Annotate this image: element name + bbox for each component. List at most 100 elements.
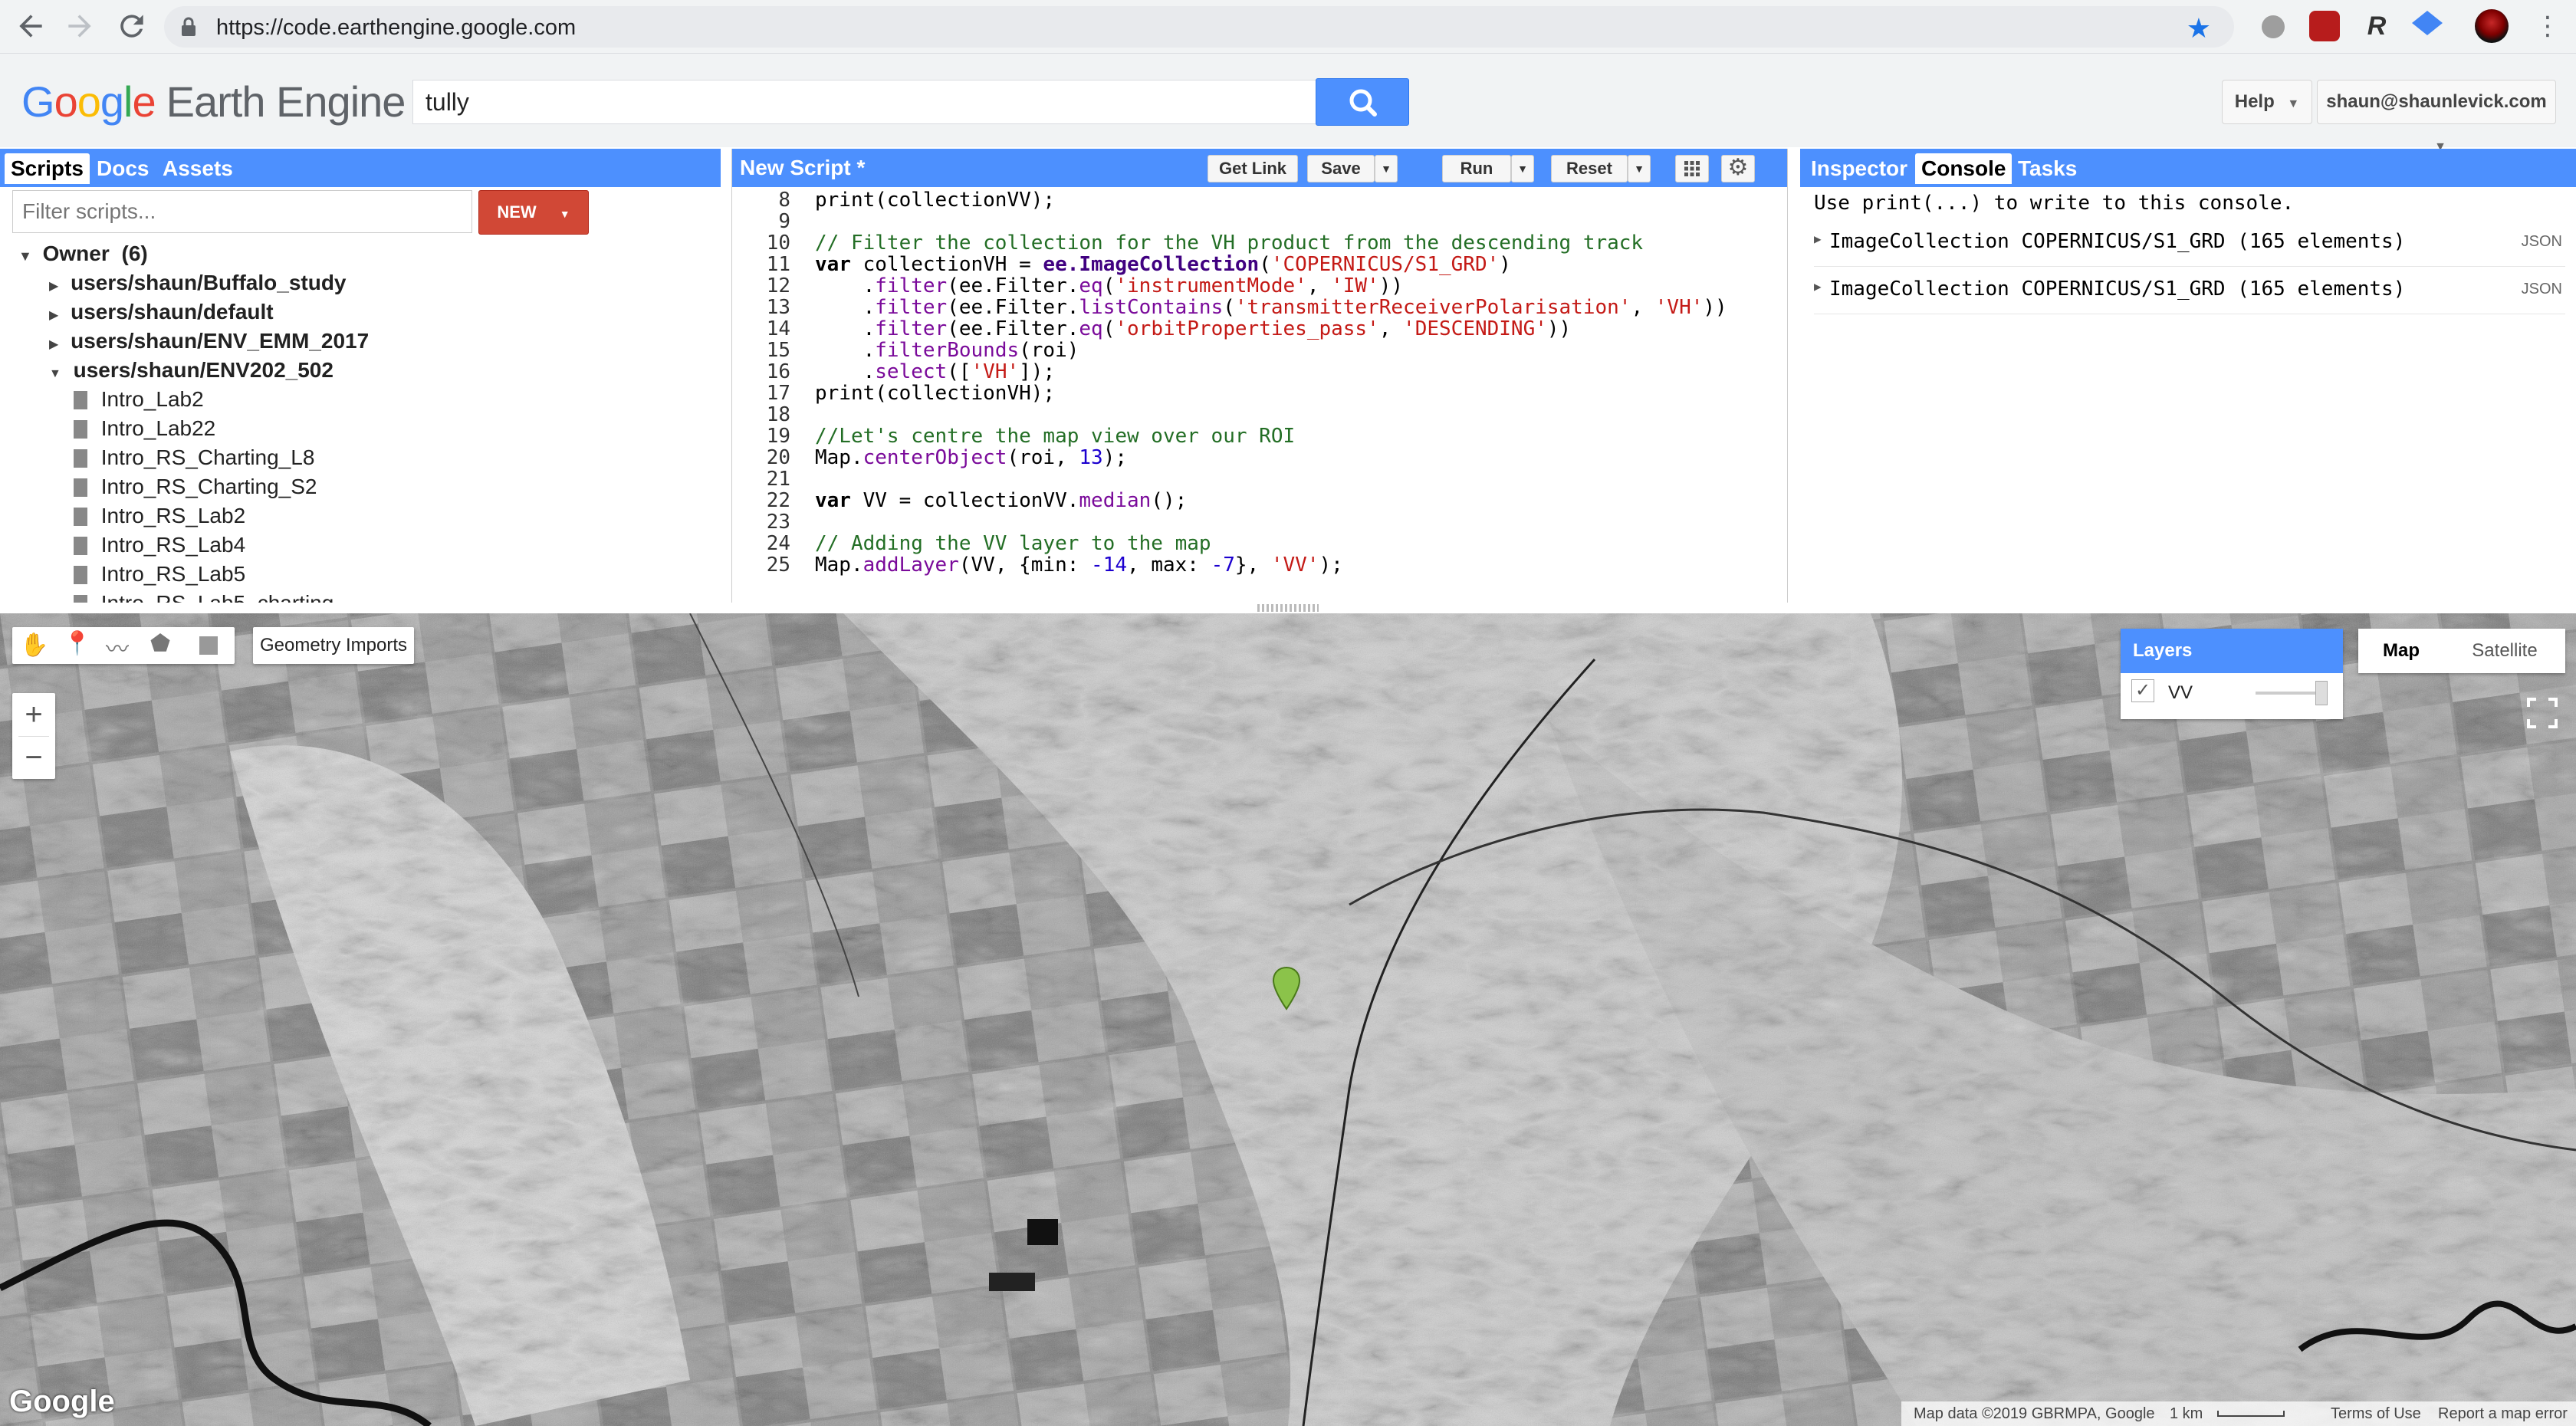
run-dropdown-chevron-icon[interactable]: ▼ xyxy=(1511,155,1534,182)
tab-inspector[interactable]: Inspector xyxy=(1805,153,1914,184)
extension-cap-icon[interactable] xyxy=(2412,11,2443,35)
console-entry[interactable]: ▶ ImageCollection COPERNICUS/S1_GRD (165… xyxy=(1814,270,2565,314)
tree-file[interactable]: Intro_RS_Lab5 xyxy=(74,560,245,589)
tree-folder[interactable]: ▶ users/shaun/default xyxy=(49,297,274,327)
account-menu-button[interactable]: shaun@shaunlevick.com ▼ xyxy=(2317,80,2556,153)
code-editor-panel: New Script * Get Link Save ▼ Run ▼ Reset… xyxy=(731,149,1788,603)
menu-kebab-icon[interactable]: ⋮ xyxy=(2535,11,2561,41)
google-earth-engine-logo[interactable]: Google Earth Engine xyxy=(21,77,406,127)
map-view[interactable]: ✋ 📍 〰 ⬟ Geometry Imports + − Layers ✓ VV… xyxy=(0,613,2576,1426)
save-dropdown-chevron-icon[interactable]: ▼ xyxy=(1375,155,1398,182)
line-tool-icon[interactable]: 〰 xyxy=(106,630,129,664)
tab-docs[interactable]: Docs xyxy=(90,153,155,184)
tree-file[interactable]: Intro_Lab2 xyxy=(74,385,204,414)
logo-product: Earth Engine xyxy=(166,77,406,126)
tab-assets[interactable]: Assets xyxy=(156,153,239,184)
tree-file[interactable]: Intro_RS_Lab2 xyxy=(74,501,245,531)
map-type-map-button[interactable]: Map xyxy=(2358,629,2444,673)
tab-scripts[interactable]: Scripts xyxy=(5,153,90,184)
tree-folder[interactable]: ▶ users/shaun/Buffalo_study xyxy=(49,268,347,297)
tree-folder-expanded[interactable]: ▼ users/shaun/ENV202_502 xyxy=(49,356,334,385)
address-bar[interactable]: https://code.earthengine.google.com ★ xyxy=(164,6,2234,48)
extension-red-icon[interactable] xyxy=(2309,11,2340,41)
code-line[interactable]: //Let's centre the map view over our ROI xyxy=(815,425,1295,448)
code-line[interactable]: .select(['VH']); xyxy=(815,360,1056,383)
code-line[interactable]: print(collectionVV); xyxy=(815,189,1055,212)
apps-grid-icon[interactable] xyxy=(1675,155,1709,182)
new-script-button[interactable]: NEW ▼ xyxy=(478,190,589,235)
zoom-control: + − xyxy=(12,693,55,779)
extension-circle-icon[interactable] xyxy=(2262,15,2285,38)
layer-opacity-handle[interactable] xyxy=(2315,681,2328,705)
account-label: shaun@shaunlevick.com xyxy=(2326,91,2547,112)
code-line[interactable]: Map.centerObject(roi, 13); xyxy=(815,446,1127,469)
code-area[interactable]: 8 print(collectionVV); 9 10 // Filter the co… xyxy=(732,187,1789,603)
tab-console[interactable]: Console xyxy=(1915,153,2013,184)
report-error-link[interactable]: Report a map error xyxy=(2438,1401,2568,1426)
line-number: 18 xyxy=(766,403,790,426)
search-button[interactable] xyxy=(1316,78,1409,126)
pan-hand-icon[interactable]: ✋ xyxy=(20,632,48,659)
line-number: 9 xyxy=(778,210,790,233)
code-line[interactable]: Map.addLayer(VV, {min: -14, max: -7}, 'V… xyxy=(815,554,1343,577)
geometry-imports-button[interactable]: Geometry Imports xyxy=(253,627,414,664)
json-tag[interactable]: JSON xyxy=(2522,281,2562,298)
attribution-text: Map data ©2019 GBRMPA, Google xyxy=(1914,1405,2155,1422)
tree-owner-section[interactable]: ▼ Owner (6) xyxy=(18,239,148,268)
rectangle-tool-icon[interactable] xyxy=(199,636,218,655)
tree-file[interactable]: Intro_RS_Lab4 xyxy=(74,531,245,560)
terms-link[interactable]: Terms of Use xyxy=(2331,1401,2421,1426)
extension-r-icon[interactable]: R xyxy=(2361,11,2392,41)
settings-gear-icon[interactable]: ⚙ xyxy=(1721,155,1755,182)
map-marker-icon[interactable] xyxy=(1271,966,1302,1010)
tree-file[interactable]: Intro_Lab22 xyxy=(74,414,215,443)
map-type-satellite-button[interactable]: Satellite xyxy=(2444,629,2565,673)
point-marker-icon[interactable]: 📍 xyxy=(63,630,91,657)
profile-avatar[interactable] xyxy=(2475,9,2509,43)
code-line[interactable]: var VV = collectionVV.median(); xyxy=(815,489,1187,512)
code-line[interactable]: // Adding the VV layer to the map xyxy=(815,532,1211,555)
reload-button[interactable] xyxy=(115,9,149,43)
tree-file[interactable]: Intro_RS_Charting_S2 xyxy=(74,472,317,501)
save-button[interactable]: Save xyxy=(1307,155,1375,182)
owner-count: (6) xyxy=(121,242,148,265)
zoom-out-button[interactable]: − xyxy=(12,736,55,779)
get-link-button[interactable]: Get Link xyxy=(1208,155,1298,182)
run-button[interactable]: Run xyxy=(1442,155,1511,182)
json-tag[interactable]: JSON xyxy=(2522,233,2562,251)
polygon-tool-icon[interactable]: ⬟ xyxy=(150,630,170,657)
caret-right-icon: ▶ xyxy=(49,338,59,351)
file-label: Intro_RS_Lab5_charting xyxy=(101,591,334,603)
file-label: Intro_Lab2 xyxy=(100,387,204,411)
reset-button[interactable]: Reset xyxy=(1551,155,1628,182)
line-number: 10 xyxy=(766,232,790,255)
fullscreen-button[interactable] xyxy=(2522,693,2562,733)
tree-file[interactable]: Intro_RS_Charting_L8 xyxy=(74,443,314,472)
code-line[interactable]: .filter(ee.Filter.eq('orbitProperties_pa… xyxy=(815,317,1572,340)
forward-button[interactable] xyxy=(63,9,97,43)
tree-folder[interactable]: ▶ users/shaun/ENV_EMM_2017 xyxy=(49,327,369,356)
search-input[interactable] xyxy=(412,80,1317,124)
code-line[interactable]: // Filter the collection for the VH prod… xyxy=(815,232,1643,255)
script-title[interactable]: New Script * xyxy=(740,153,865,183)
code-line[interactable]: .filterBounds(roi) xyxy=(815,339,1079,362)
code-line[interactable]: print(collectionVH); xyxy=(815,382,1055,405)
file-icon xyxy=(74,420,87,439)
line-number: 20 xyxy=(766,446,790,469)
code-line[interactable]: var collectionVH = ee.ImageCollection('C… xyxy=(815,253,1511,276)
zoom-in-button[interactable]: + xyxy=(12,693,55,736)
code-line[interactable]: .filter(ee.Filter.listContains('transmit… xyxy=(815,296,1727,319)
code-line[interactable]: .filter(ee.Filter.eq('instrumentMode', '… xyxy=(815,274,1403,297)
panel-resize-handle[interactable] xyxy=(1257,604,1319,612)
folder-label: users/shaun/default xyxy=(71,300,274,324)
tree-file[interactable]: Intro_RS_Lab5_charting xyxy=(74,589,334,603)
forward-arrow-icon xyxy=(68,15,91,38)
filter-scripts-input[interactable] xyxy=(12,190,472,233)
console-entry[interactable]: ▶ ImageCollection COPERNICUS/S1_GRD (165… xyxy=(1814,222,2565,267)
reset-dropdown-chevron-icon[interactable]: ▼ xyxy=(1628,155,1651,182)
tab-tasks[interactable]: Tasks xyxy=(2012,153,2083,184)
back-button[interactable] xyxy=(14,9,48,43)
layer-checkbox[interactable]: ✓ xyxy=(2131,679,2154,702)
bookmark-star-icon[interactable]: ★ xyxy=(2187,12,2211,44)
help-menu-button[interactable]: Help ▼ xyxy=(2222,80,2312,124)
